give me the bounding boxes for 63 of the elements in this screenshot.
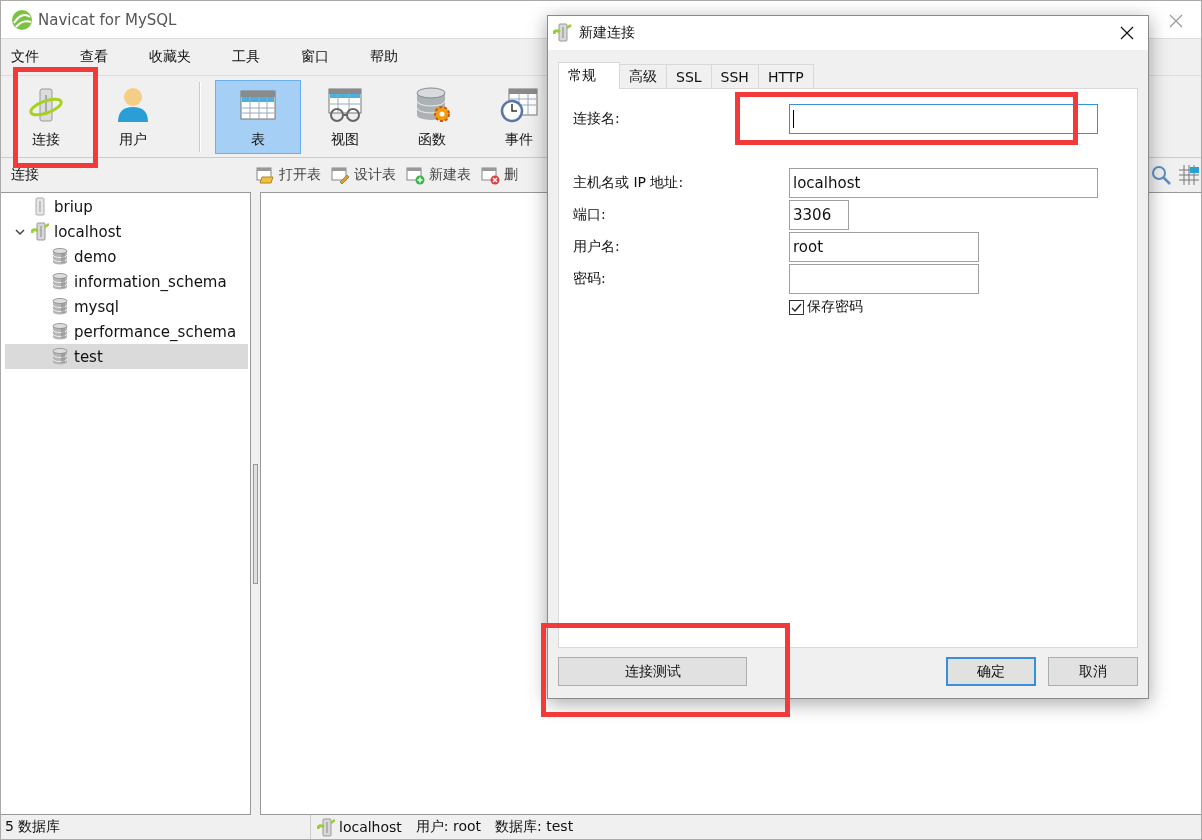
database-icon (51, 322, 69, 341)
section-label: 连接 (10, 166, 40, 184)
input-field[interactable] (789, 104, 1098, 134)
checkbox[interactable] (789, 299, 804, 315)
status-text: 5 数据库 (5, 818, 61, 836)
test-connection-button[interactable]: 连接测试 (558, 657, 747, 686)
toolbar-action[interactable]: 新建表 (406, 165, 471, 185)
database-icon (51, 297, 69, 316)
table-plus-icon (406, 165, 425, 185)
input-field[interactable] (789, 264, 979, 294)
table-pencil-icon (331, 165, 350, 185)
status-text: 用户: root (415, 818, 482, 836)
tab[interactable]: HTTP (757, 64, 814, 88)
database-icon (51, 272, 69, 291)
tree-item[interactable]: localhost (5, 219, 248, 244)
tree-item[interactable]: performance_schema (5, 319, 248, 344)
server-plug-icon (553, 23, 573, 43)
table-folder-icon (256, 165, 275, 185)
database-icon (51, 247, 69, 266)
server-plug-icon (317, 817, 335, 837)
menu-item[interactable]: 文件 (1, 48, 58, 66)
tab[interactable]: 常规 (558, 62, 620, 89)
grid-icon[interactable] (1178, 164, 1200, 186)
menu-item[interactable]: 工具 (222, 48, 279, 66)
search-icon[interactable] (1150, 164, 1172, 186)
toolbar-button[interactable]: 视图 (302, 79, 388, 154)
cancel-button[interactable]: 取消 (1048, 657, 1138, 686)
tree-item[interactable]: information_schema (5, 269, 248, 294)
splitter-handle[interactable] (253, 463, 258, 584)
input-field[interactable]: 3306 (789, 200, 849, 230)
tree-item[interactable]: demo (5, 244, 248, 269)
status-text: localhost (339, 819, 402, 835)
close-icon[interactable] (1120, 26, 1134, 40)
table-delete-icon (481, 165, 500, 185)
menu-item[interactable]: 帮助 (360, 48, 417, 66)
input-field[interactable]: localhost (789, 168, 1098, 198)
database-icon (51, 347, 69, 366)
toolbar-action[interactable]: 设计表 (331, 165, 396, 185)
field-label: 用户名: (573, 238, 621, 256)
menu-item[interactable]: 收藏夹 (139, 48, 210, 66)
field-label: 端口: (573, 206, 607, 224)
menu-item[interactable]: 窗口 (291, 48, 348, 66)
tree-item[interactable]: test (5, 344, 248, 369)
leaf-logo-icon (11, 8, 33, 31)
toolbar-button[interactable]: 连接 (3, 79, 89, 154)
window-title: Navicat for MySQL (38, 10, 177, 29)
toolbar-action[interactable]: 打开表 (256, 165, 321, 185)
tree-item[interactable]: briup (5, 194, 248, 219)
toolbar-action[interactable]: 删 (481, 165, 518, 185)
status-text: 数据库: test (495, 818, 574, 836)
field-label: 主机名或 IP 地址: (573, 174, 685, 192)
server-plug-icon (31, 222, 49, 241)
toolbar-button[interactable]: 表 (215, 79, 301, 154)
ok-button[interactable]: 确定 (946, 657, 1036, 686)
toolbar-button[interactable]: 用户 (90, 79, 176, 154)
field-label: 连接名: (573, 110, 621, 128)
toolbar-button[interactable]: 函数 (389, 79, 475, 154)
tree-item[interactable]: mysql (5, 294, 248, 319)
checkbox-label: 保存密码 (807, 298, 863, 316)
menu-item[interactable]: 查看 (70, 48, 127, 66)
field-label: 密码: (573, 270, 607, 288)
input-field[interactable]: root (789, 232, 979, 262)
dialog-title: 新建连接 (579, 24, 635, 42)
